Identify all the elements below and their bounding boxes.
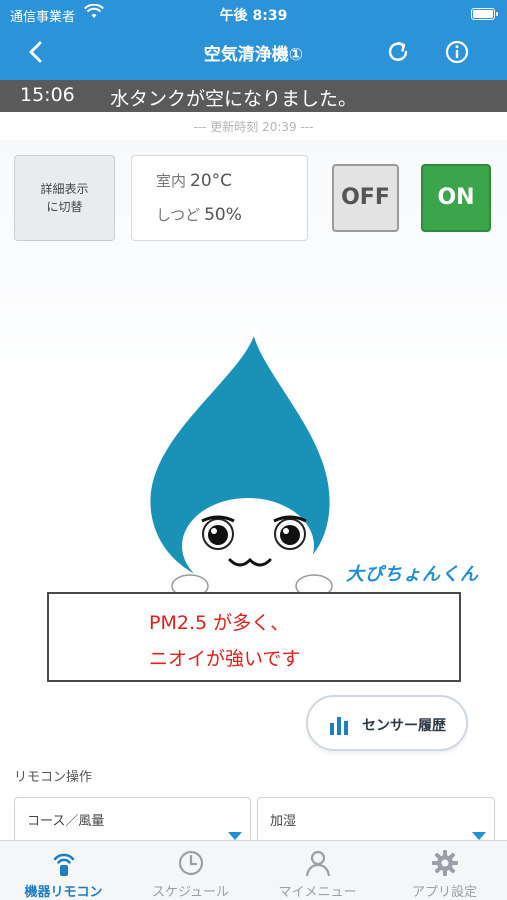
- room-temperature: 室内 20°C: [156, 170, 232, 191]
- detail-button-line2: に切替: [46, 200, 83, 214]
- gear-icon: [431, 850, 458, 876]
- person-icon: [305, 850, 330, 877]
- bar-chart-icon: [330, 717, 348, 735]
- humidity-label: しつど: [156, 206, 201, 224]
- course-airflow-dropdown[interactable]: コース／風量: [14, 797, 251, 845]
- chevron-down-icon: [472, 832, 486, 840]
- remote-section-title: リモコン操作: [14, 770, 93, 785]
- status-time: 午後 8:39: [219, 8, 288, 24]
- sensor-readings: 室内 20°C しつど 50%: [131, 155, 308, 241]
- chevron-down-icon: [228, 832, 242, 840]
- tab-schedule[interactable]: スケジュール: [127, 841, 254, 900]
- tab-label: マイメニュー: [278, 885, 357, 900]
- sensor-history-button[interactable]: センサー履歴: [306, 695, 468, 751]
- page-title: 空気清浄機①: [203, 45, 304, 65]
- mascot-brand-logo: 大ぴちょんくん: [346, 564, 479, 585]
- notification-message: 水タンクが空になりました。: [110, 88, 358, 110]
- tab-label: アプリ設定: [411, 885, 477, 900]
- tab-label: 機器リモコン: [24, 885, 103, 900]
- course-airflow-label: コース／風量: [27, 814, 105, 829]
- tab-app-settings[interactable]: アプリ設定: [381, 841, 507, 900]
- remote-icon: [53, 853, 74, 876]
- status-bar: 通信事業者 午後 8:39: [0, 0, 507, 28]
- updated-time: --- 更新時刻 20:39 ---: [193, 120, 314, 134]
- power-off-button[interactable]: OFF: [332, 164, 399, 232]
- humidify-label: 加湿: [270, 814, 297, 829]
- tab-my-menu[interactable]: マイメニュー: [254, 841, 381, 900]
- humidity-value: 50%: [204, 205, 242, 225]
- mascot-illustration: [145, 325, 335, 598]
- detail-button-line1: 詳細表示: [40, 182, 89, 196]
- sensor-history-label: センサー履歴: [362, 718, 446, 734]
- air-status-message: PM2.5 が多く、 ニオイが強いです: [47, 592, 461, 682]
- refresh-icon[interactable]: [384, 38, 412, 66]
- notification-time: 15:06: [20, 84, 75, 106]
- info-icon[interactable]: [443, 38, 471, 66]
- humidity: しつど 50%: [156, 204, 242, 225]
- room-temperature-label: 室内: [156, 172, 187, 190]
- battery-icon: [471, 8, 498, 20]
- room-temperature-value: 20°C: [190, 171, 233, 191]
- detail-view-toggle-button[interactable]: 詳細表示 に切替: [14, 155, 115, 241]
- message-line2: ニオイが強いです: [149, 648, 301, 670]
- tab-device-remote[interactable]: 機器リモコン: [0, 841, 127, 900]
- bottom-tab-bar: 機器リモコン スケジュール マイメニュー アプリ設定: [0, 840, 507, 900]
- tab-label: スケジュール: [151, 885, 230, 900]
- message-line1: PM2.5 が多く、: [149, 612, 290, 634]
- clock-icon: [178, 850, 203, 876]
- notification-banner[interactable]: 15:06 水タンクが空になりました。: [0, 80, 507, 112]
- power-on-button[interactable]: ON: [421, 164, 491, 232]
- humidify-dropdown[interactable]: 加湿: [257, 797, 495, 845]
- header-bar: 通信事業者 午後 8:39 空気清浄機①: [0, 0, 507, 80]
